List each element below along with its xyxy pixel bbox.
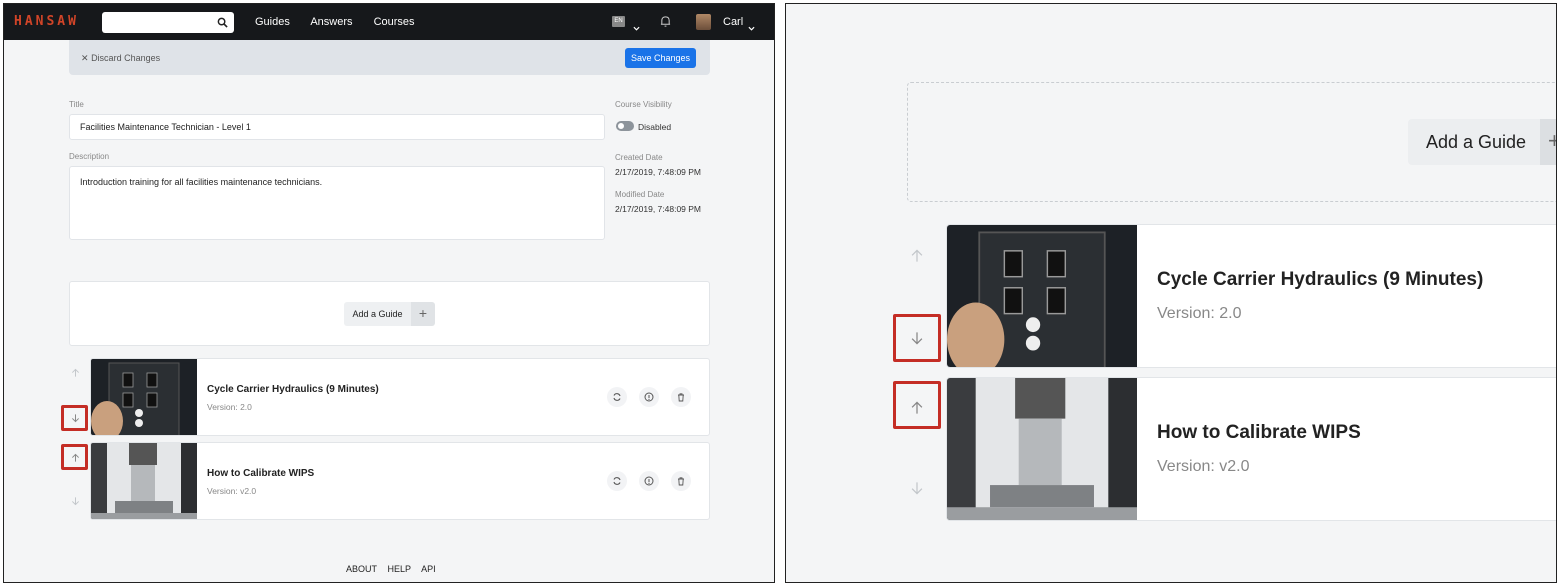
arrow-up-icon[interactable] [67,365,83,381]
chevron-down-icon[interactable] [633,18,640,36]
sync-icon[interactable] [607,471,627,491]
arrow-down-icon[interactable] [67,493,83,509]
guide-title[interactable]: How to Calibrate WIPS [1157,422,1361,444]
trash-icon[interactable] [671,471,691,491]
guide-thumbnail [947,225,1137,367]
modified-date-value: 2/17/2019, 7:48:09 PM [615,204,702,214]
arrow-down-icon[interactable] [903,474,931,502]
modified-date-label: Modified Date [615,190,665,199]
guide-title[interactable]: Cycle Carrier Hydraulics (9 Minutes) [1157,269,1483,291]
add-guide-button[interactable]: Add a Guide [344,302,411,326]
description-textarea[interactable]: Introduction training for all facilities… [69,166,605,240]
visibility-status: Disabled [638,122,672,132]
search-icon[interactable] [217,15,228,33]
highlight-box [61,444,88,470]
plus-icon[interactable]: + [411,302,435,326]
discard-label: Discard Changes [91,53,161,63]
highlight-box [893,314,941,362]
right-zoomed-panel: Add a Guide + Cycle Carrier Hydraulics (… [785,3,1557,583]
guide-card[interactable]: How to Calibrate WIPS Version: v2.0 [90,442,710,520]
guide-title[interactable]: Cycle Carrier Hydraulics (9 Minutes) [207,384,379,395]
edit-action-bar: ✕ Discard Changes Save Changes [69,40,710,75]
bell-icon[interactable] [660,15,671,33]
highlight-box [61,405,88,431]
highlight-box [893,381,941,429]
visibility-label: Course Visibility [615,100,672,109]
guide-card[interactable]: Cycle Carrier Hydraulics (9 Minutes) Ver… [90,358,710,436]
left-screenshot-panel: HANSAW Guides Answers Courses EN Carl ✕ … [3,3,775,583]
footer-link-about[interactable]: ABOUT [346,564,377,574]
language-selector[interactable]: EN [612,16,625,27]
guide-version: Version: 2.0 [207,402,252,412]
footer-link-api[interactable]: API [421,564,436,574]
nav-link-answers[interactable]: Answers [310,16,352,28]
guide-thumbnail [91,359,197,435]
title-label: Title [69,100,84,109]
description-label: Description [69,152,110,161]
top-navigation: HANSAW Guides Answers Courses EN Carl [4,4,774,40]
add-guide-area: Add a Guide + [907,82,1556,202]
created-date-label: Created Date [615,153,663,162]
nav-links: Guides Answers Courses [255,16,433,28]
trash-icon[interactable] [671,387,691,407]
search-input[interactable] [102,12,234,33]
arrow-up-icon[interactable] [903,242,931,270]
footer-links: ABOUT HELP API [346,564,444,574]
sync-icon[interactable] [607,387,627,407]
title-input[interactable]: Facilities Maintenance Technician - Leve… [69,114,605,140]
add-guide-area: Add a Guide + [69,281,710,346]
guide-version: Version: 2.0 [1157,305,1242,322]
guide-thumbnail [947,378,1137,520]
close-icon: ✕ [81,53,89,63]
user-name[interactable]: Carl [723,16,743,28]
brand-logo[interactable]: HANSAW [14,14,79,29]
visibility-toggle[interactable] [616,121,634,131]
guide-version: Version: v2.0 [1157,458,1250,475]
add-guide-button[interactable]: Add a Guide [1408,119,1545,165]
chevron-down-icon[interactable] [748,18,755,36]
guide-thumbnail [91,443,197,519]
guide-title[interactable]: How to Calibrate WIPS [207,468,314,479]
guide-version: Version: v2.0 [207,486,257,496]
nav-link-courses[interactable]: Courses [374,16,415,28]
plus-icon[interactable]: + [1540,119,1556,165]
discard-changes-button[interactable]: ✕ Discard Changes [81,53,160,64]
save-changes-button[interactable]: Save Changes [624,48,696,68]
avatar[interactable] [696,14,711,30]
created-date-value: 2/17/2019, 7:48:09 PM [615,167,702,177]
guide-card[interactable]: How to Calibrate WIPS Version: v2.0 [946,377,1556,521]
info-icon[interactable] [639,387,659,407]
footer-link-help[interactable]: HELP [388,564,412,574]
info-icon[interactable] [639,471,659,491]
nav-link-guides[interactable]: Guides [255,16,290,28]
guide-card[interactable]: Cycle Carrier Hydraulics (9 Minutes) Ver… [946,224,1556,368]
